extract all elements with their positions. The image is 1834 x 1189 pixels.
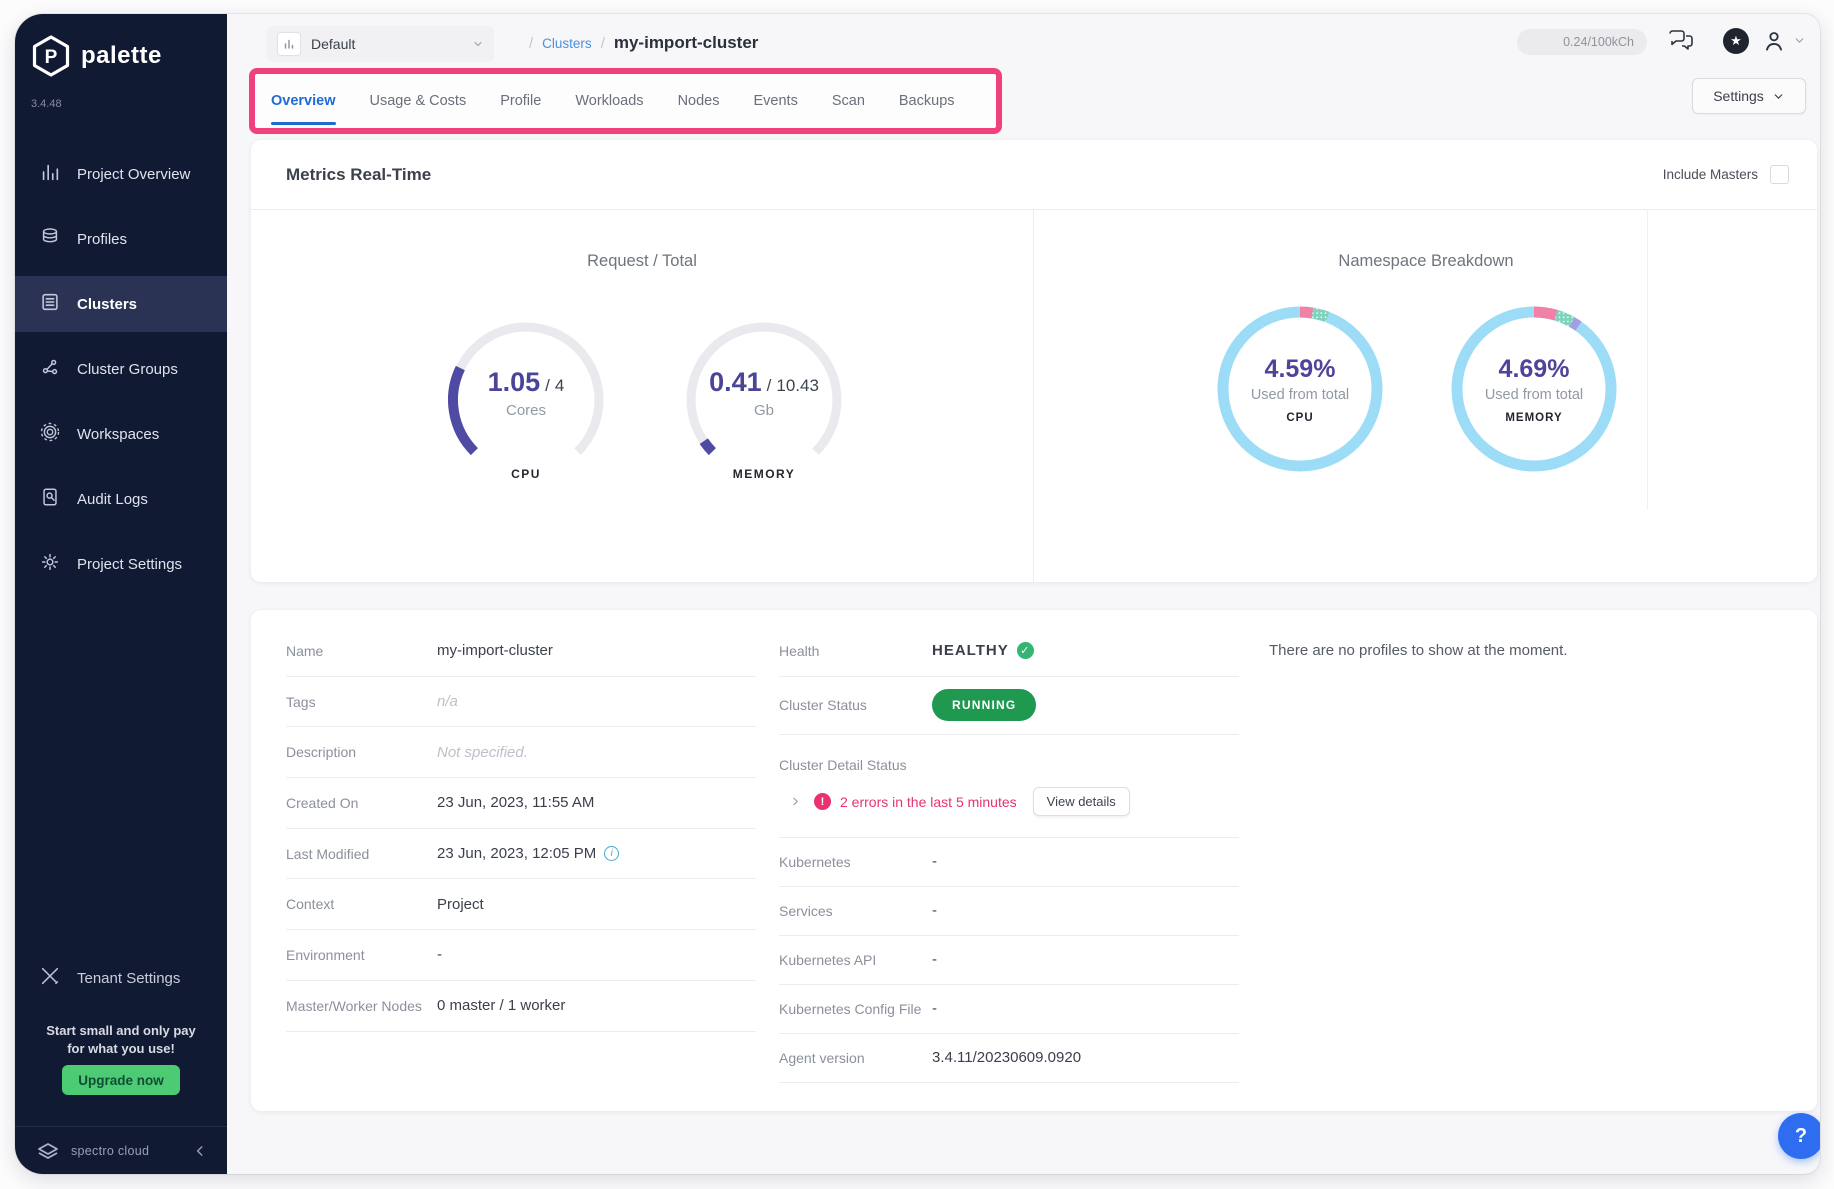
sidebar: P palette 3.4.48 Project Overview Profil…	[15, 14, 227, 1174]
cluster-detail-status-block: Cluster Detail Status ! 2 errors in the …	[779, 735, 1239, 838]
detail-row-name: Namemy-import-cluster	[286, 626, 756, 677]
metrics-card-header: Metrics Real-Time Include Masters	[251, 140, 1817, 210]
error-text: 2 errors in the last 5 minutes	[840, 794, 1017, 810]
error-summary-row: ! 2 errors in the last 5 minutes View de…	[789, 785, 1239, 819]
details-status-column: Health HEALTHY ✓ Cluster Status RUNNING …	[779, 626, 1239, 1083]
detail-row-kubernetes-config-file: Kubernetes Config File-	[779, 985, 1239, 1034]
vertical-divider	[1033, 210, 1034, 582]
tools-icon	[39, 965, 61, 992]
settings-button[interactable]: Settings	[1692, 78, 1806, 114]
chevron-down-icon	[1772, 90, 1785, 103]
chat-icon[interactable]	[1667, 28, 1695, 54]
health-status-text: HEALTHY	[932, 642, 1009, 659]
request-total-title: Request / Total	[251, 252, 1033, 271]
tab-overview[interactable]: Overview	[271, 74, 336, 128]
spectro-cloud-logo-icon	[35, 1138, 61, 1164]
tab-backups[interactable]: Backups	[899, 74, 955, 128]
memory-gauge: 0.41 / 10.43 Gb MEMORY	[679, 315, 849, 485]
tab-events[interactable]: Events	[753, 74, 797, 128]
sidebar-item-profiles[interactable]: Profiles	[15, 211, 227, 267]
breadcrumb: / Clusters / my-import-cluster	[529, 14, 758, 72]
metrics-title: Metrics Real-Time	[286, 165, 431, 185]
namespace-memory-donut: 4.69% Used from total MEMORY	[1444, 299, 1624, 479]
page-title: my-import-cluster	[614, 33, 759, 53]
brand-name: palette	[81, 42, 162, 70]
brand: P palette	[29, 34, 162, 78]
list-icon	[39, 291, 61, 318]
app-version: 3.4.48	[31, 98, 62, 110]
bar-chart-icon	[39, 161, 61, 188]
cluster-detail-status-label: Cluster Detail Status	[779, 753, 1239, 777]
view-details-button[interactable]: View details	[1033, 787, 1130, 816]
layers-icon	[39, 226, 61, 253]
detail-row-kubernetes: Kubernetes-	[779, 838, 1239, 887]
profiles-column: There are no profiles to show at the mom…	[1269, 626, 1787, 676]
audit-icon	[39, 486, 61, 513]
cluster-tabs: Overview Usage & Costs Profile Workloads…	[255, 74, 996, 128]
network-icon	[39, 356, 61, 383]
detail-row-environment: Environment-	[286, 930, 756, 981]
healthy-check-icon: ✓	[1017, 642, 1034, 659]
sidebar-item-tenant-settings[interactable]: Tenant Settings	[15, 950, 227, 1006]
detail-row-services: Services-	[779, 887, 1239, 936]
palette-logo-icon: P	[29, 34, 73, 78]
detail-row-agent-version: Agent version3.4.11/20230609.0920	[779, 1034, 1239, 1083]
project-selector[interactable]: Default	[267, 26, 494, 62]
sidebar-footer: spectro cloud	[15, 1126, 227, 1174]
gear-icon	[39, 551, 61, 578]
detail-row-tags: Tagsn/a	[286, 677, 756, 728]
collapse-sidebar-chevron-icon[interactable]	[193, 1144, 207, 1158]
mini-chart-icon	[277, 32, 301, 56]
help-button[interactable]: ?	[1778, 1113, 1820, 1159]
tab-workloads[interactable]: Workloads	[575, 74, 643, 128]
sidebar-item-workspaces[interactable]: Workspaces	[15, 406, 227, 462]
cluster-details-card: Namemy-import-cluster Tagsn/a Descriptio…	[251, 610, 1817, 1111]
footer-brand: spectro cloud	[71, 1144, 149, 1158]
sidebar-item-audit-logs[interactable]: Audit Logs	[15, 471, 227, 527]
tab-usage-costs[interactable]: Usage & Costs	[370, 74, 467, 128]
tab-nodes[interactable]: Nodes	[678, 74, 720, 128]
chevron-down-icon	[472, 38, 484, 50]
detail-row-description: DescriptionNot specified.	[286, 727, 756, 778]
expand-chevron-icon[interactable]	[789, 795, 802, 808]
main-content: Default / Clusters / my-import-cluster 0…	[227, 14, 1820, 1174]
svg-text:P: P	[45, 47, 58, 68]
include-masters-checkbox[interactable]	[1770, 165, 1789, 184]
sidebar-item-project-settings[interactable]: Project Settings	[15, 536, 227, 592]
metrics-body: Request / Total Namespace Breakdown 1.05…	[251, 210, 1817, 582]
detail-row-cluster-status: Cluster Status RUNNING	[779, 677, 1239, 735]
detail-row-kubernetes-api: Kubernetes API-	[779, 936, 1239, 985]
annotation-highlight-box: Overview Usage & Costs Profile Workloads…	[249, 68, 1002, 134]
upgrade-now-button[interactable]: Upgrade now	[62, 1065, 180, 1095]
breadcrumb-clusters-link[interactable]: Clusters	[542, 36, 592, 51]
detail-row-health: Health HEALTHY ✓	[779, 626, 1239, 677]
tab-profile[interactable]: Profile	[500, 74, 541, 128]
namespace-cpu-donut: 4.59% Used from total CPU	[1210, 299, 1390, 479]
info-icon[interactable]: i	[604, 846, 619, 861]
detail-row-master-worker-nodes: Master/Worker Nodes0 master / 1 worker	[286, 981, 756, 1032]
namespace-breakdown-title: Namespace Breakdown	[1035, 252, 1817, 271]
include-masters-label: Include Masters	[1663, 167, 1758, 182]
error-icon: !	[814, 793, 831, 810]
sidebar-item-cluster-groups[interactable]: Cluster Groups	[15, 341, 227, 397]
sidebar-item-project-overview[interactable]: Project Overview	[15, 146, 227, 202]
sidebar-nav: Project Overview Profiles Clusters Clust…	[15, 146, 227, 601]
running-status-badge: RUNNING	[932, 689, 1036, 721]
target-icon	[39, 421, 61, 448]
detail-row-last-modified: Last Modified 23 Jun, 2023, 12:05 PMi	[286, 829, 756, 880]
detail-row-created-on: Created On23 Jun, 2023, 11:55 AM	[286, 778, 756, 829]
sidebar-item-clusters[interactable]: Clusters	[15, 276, 227, 332]
user-icon[interactable]	[1761, 28, 1787, 54]
details-left-column: Namemy-import-cluster Tagsn/a Descriptio…	[286, 626, 756, 1032]
detail-row-context: ContextProject	[286, 879, 756, 930]
metrics-card: Metrics Real-Time Include Masters Reques…	[251, 140, 1817, 582]
profiles-empty-message: There are no profiles to show at the mom…	[1269, 626, 1787, 676]
usage-quota-badge[interactable]: 0.24/100kCh	[1517, 29, 1647, 55]
tab-scan[interactable]: Scan	[832, 74, 865, 128]
promo-text: Start small and only pay for what you us…	[15, 1022, 227, 1058]
user-menu-chevron-icon[interactable]	[1793, 34, 1806, 47]
cpu-gauge: 1.05 / 4 Cores CPU	[441, 315, 611, 485]
app-window: P palette 3.4.48 Project Overview Profil…	[15, 14, 1820, 1174]
star-badge-icon[interactable]: ★	[1723, 28, 1749, 54]
